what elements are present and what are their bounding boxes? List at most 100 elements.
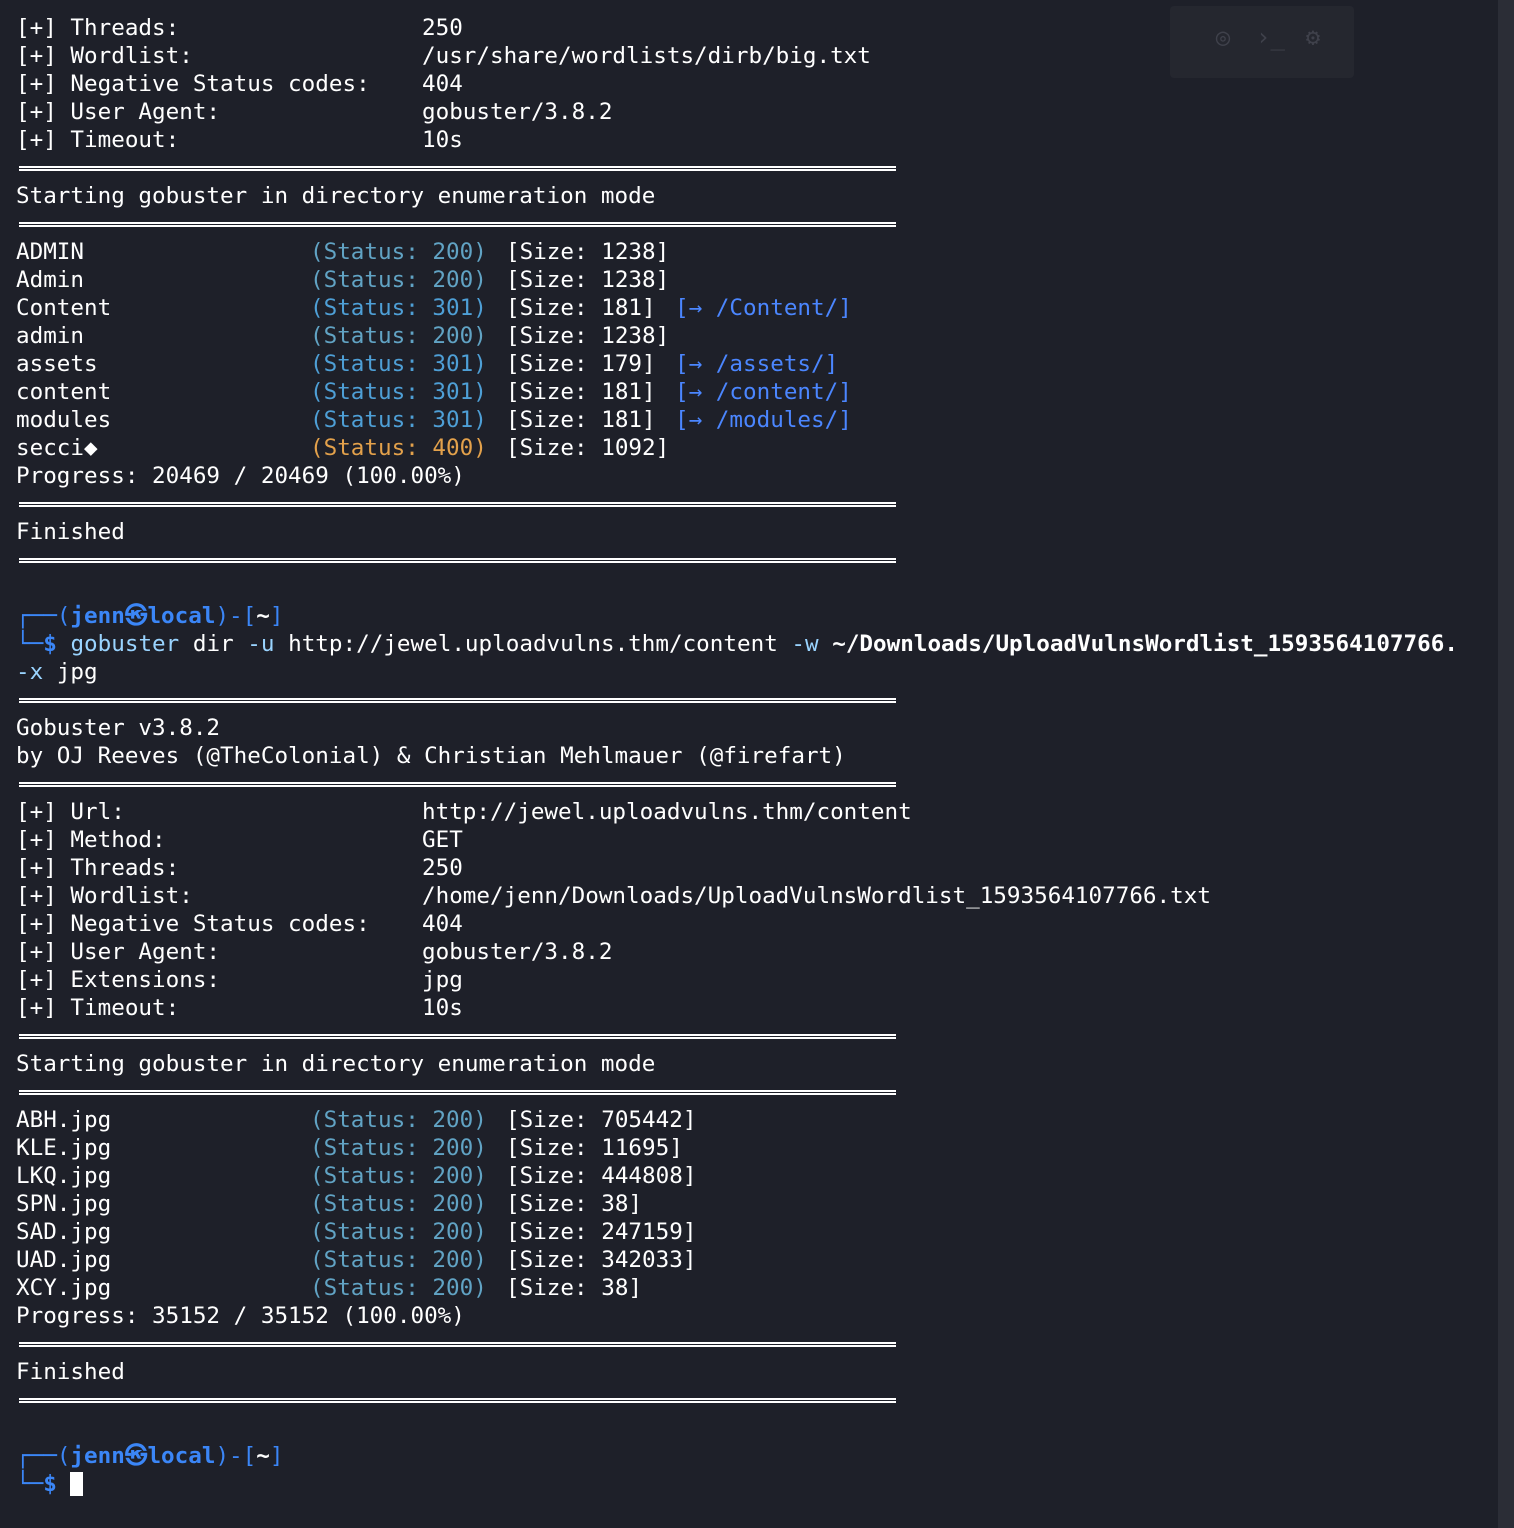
result-size: [Size: 1238] bbox=[506, 239, 670, 265]
result-row: Content (Status: 301) [Size: 181] [→ /Conte… bbox=[16, 294, 1514, 322]
prompt-bracket: )-[ bbox=[215, 1443, 257, 1469]
config-value: GET bbox=[422, 827, 463, 853]
config-label: [+] Negative Status codes: bbox=[16, 71, 370, 97]
config-row: [+] Wordlist: /usr/share/wordlists/dirb/b… bbox=[16, 42, 1514, 70]
separator bbox=[16, 546, 1514, 574]
config-label: [+] Timeout: bbox=[16, 995, 180, 1021]
separator bbox=[16, 1078, 1514, 1106]
result-size: [Size: 38] bbox=[506, 1275, 643, 1301]
prompt-corner: └─ bbox=[16, 1471, 44, 1497]
config-label: [+] Wordlist: bbox=[16, 43, 193, 69]
prompt-bracket: ( bbox=[56, 603, 71, 629]
result-path: ABH.jpg bbox=[16, 1107, 112, 1133]
result-row: SAD.jpg (Status: 200) [Size: 247159] bbox=[16, 1218, 1514, 1246]
result-size: [Size: 444808] bbox=[506, 1163, 697, 1189]
separator bbox=[16, 154, 1514, 182]
result-path: UAD.jpg bbox=[16, 1247, 112, 1273]
prompt-at-icon: ㉿ bbox=[124, 1443, 148, 1469]
config-label: [+] Threads: bbox=[16, 15, 180, 41]
separator bbox=[16, 770, 1514, 798]
prompt-corner: ┌── bbox=[16, 603, 57, 629]
result-status: (Status: 400) bbox=[310, 435, 487, 461]
config-value: /home/jenn/Downloads/UploadVulnsWordlist… bbox=[422, 883, 1211, 909]
banner-authors: by OJ Reeves (@TheColonial) & Christian … bbox=[16, 743, 846, 769]
config-value: 250 bbox=[422, 15, 463, 41]
command-url: http://jewel.uploadvulns.thm/content bbox=[274, 631, 792, 657]
config-value: 10s bbox=[422, 995, 463, 1021]
config-row: [+] Extensions: jpg bbox=[16, 966, 1514, 994]
result-row: ADMIN (Status: 200) [Size: 1238] bbox=[16, 238, 1514, 266]
scan2-config: [+] Url: http://jewel.uploadvulns.thm/con… bbox=[16, 798, 1514, 1022]
config-label: [+] Wordlist: bbox=[16, 883, 193, 909]
prompt-host: local bbox=[147, 1443, 216, 1469]
config-label: [+] Url: bbox=[16, 799, 125, 825]
config-value: 250 bbox=[422, 855, 463, 881]
result-size: [Size: 1238] bbox=[506, 323, 670, 349]
config-row: [+] Timeout: 10s bbox=[16, 994, 1514, 1022]
prompt-at-icon: ㉿ bbox=[124, 603, 148, 629]
config-value: 10s bbox=[422, 127, 463, 153]
result-path: SPN.jpg bbox=[16, 1191, 112, 1217]
prompt-dir: ~ bbox=[256, 1443, 270, 1469]
result-status: (Status: 200) bbox=[310, 1247, 487, 1273]
result-path: Admin bbox=[16, 267, 85, 293]
result-size: [Size: 11695] bbox=[506, 1135, 683, 1161]
result-path: SAD.jpg bbox=[16, 1219, 112, 1245]
result-row: XCY.jpg (Status: 200) [Size: 38] bbox=[16, 1274, 1514, 1302]
result-redirect: [→ /content/] bbox=[675, 379, 852, 405]
prompt-bracket: ] bbox=[269, 1443, 284, 1469]
result-row: content (Status: 301) [Size: 181] [→ /conte… bbox=[16, 378, 1514, 406]
config-row: [+] Negative Status codes: 404 bbox=[16, 70, 1514, 98]
result-row: Admin (Status: 200) [Size: 1238] bbox=[16, 266, 1514, 294]
result-row: ABH.jpg (Status: 200) [Size: 705442] bbox=[16, 1106, 1514, 1134]
result-row: modules (Status: 301) [Size: 181] [→ /modul… bbox=[16, 406, 1514, 434]
prompt-host: local bbox=[147, 603, 216, 629]
prompt-header: ┌──(jenn㉿local)-[~] bbox=[16, 1442, 1514, 1470]
prompt-user: jenn bbox=[70, 603, 125, 629]
result-size: [Size: 1238] bbox=[506, 267, 670, 293]
prompt-corner: ┌── bbox=[16, 1443, 57, 1469]
config-row: [+] Timeout: 10s bbox=[16, 126, 1514, 154]
config-label: [+] Timeout: bbox=[16, 127, 180, 153]
result-path: assets bbox=[16, 351, 98, 377]
result-status: (Status: 301) bbox=[310, 379, 487, 405]
command-input-line[interactable]: └─$ bbox=[16, 1470, 1514, 1498]
result-row: LKQ.jpg (Status: 200) [Size: 444808] bbox=[16, 1162, 1514, 1190]
result-size: [Size: 181] bbox=[506, 379, 656, 405]
config-row: [+] Threads: 250 bbox=[16, 14, 1514, 42]
scan2-results: ABH.jpg (Status: 200) [Size: 705442] KLE.jp… bbox=[16, 1106, 1514, 1302]
result-redirect: [→ /modules/] bbox=[675, 407, 852, 433]
result-row: SPN.jpg (Status: 200) [Size: 38] bbox=[16, 1190, 1514, 1218]
prompt-user: jenn bbox=[70, 1443, 125, 1469]
result-status: (Status: 200) bbox=[310, 1275, 487, 1301]
command-flag: -w bbox=[791, 631, 819, 657]
result-status: (Status: 200) bbox=[310, 1107, 487, 1133]
banner-version: Gobuster v3.8.2 bbox=[16, 715, 221, 741]
separator bbox=[16, 210, 1514, 238]
command-line: └─$ gobuster dir -u http://jewel.uploadv… bbox=[16, 630, 1514, 658]
prompt-header: ┌──(jenn㉿local)-[~] bbox=[16, 602, 1514, 630]
result-row: KLE.jpg (Status: 200) [Size: 11695] bbox=[16, 1134, 1514, 1162]
result-status: (Status: 200) bbox=[310, 1219, 487, 1245]
scan1-progress: Progress: 20469 / 20469 (100.00%) bbox=[16, 463, 465, 489]
config-row: [+] User Agent: gobuster/3.8.2 bbox=[16, 98, 1514, 126]
separator bbox=[16, 490, 1514, 518]
command-flag: -u bbox=[247, 631, 275, 657]
config-row: [+] User Agent: gobuster/3.8.2 bbox=[16, 938, 1514, 966]
result-status: (Status: 301) bbox=[310, 407, 487, 433]
config-value: http://jewel.uploadvulns.thm/content bbox=[422, 799, 912, 825]
result-row: assets (Status: 301) [Size: 179] [→ /assets… bbox=[16, 350, 1514, 378]
result-status: (Status: 200) bbox=[310, 1191, 487, 1217]
scan1-results: ADMIN (Status: 200) [Size: 1238] Admin (Stat… bbox=[16, 238, 1514, 462]
scan1-finished: Finished bbox=[16, 519, 125, 545]
scrollbar[interactable] bbox=[1498, 0, 1514, 1528]
command-name: gobuster bbox=[70, 631, 180, 657]
result-redirect: [→ /Content/] bbox=[675, 295, 852, 321]
result-size: [Size: 247159] bbox=[506, 1219, 697, 1245]
result-redirect: [→ /assets/] bbox=[675, 351, 839, 377]
config-row: [+] Wordlist: /home/jenn/Downloads/Upload… bbox=[16, 882, 1514, 910]
text-cursor[interactable] bbox=[70, 1472, 84, 1496]
command-line-wrap: -x jpg bbox=[16, 658, 1514, 686]
config-label: [+] Threads: bbox=[16, 855, 180, 881]
